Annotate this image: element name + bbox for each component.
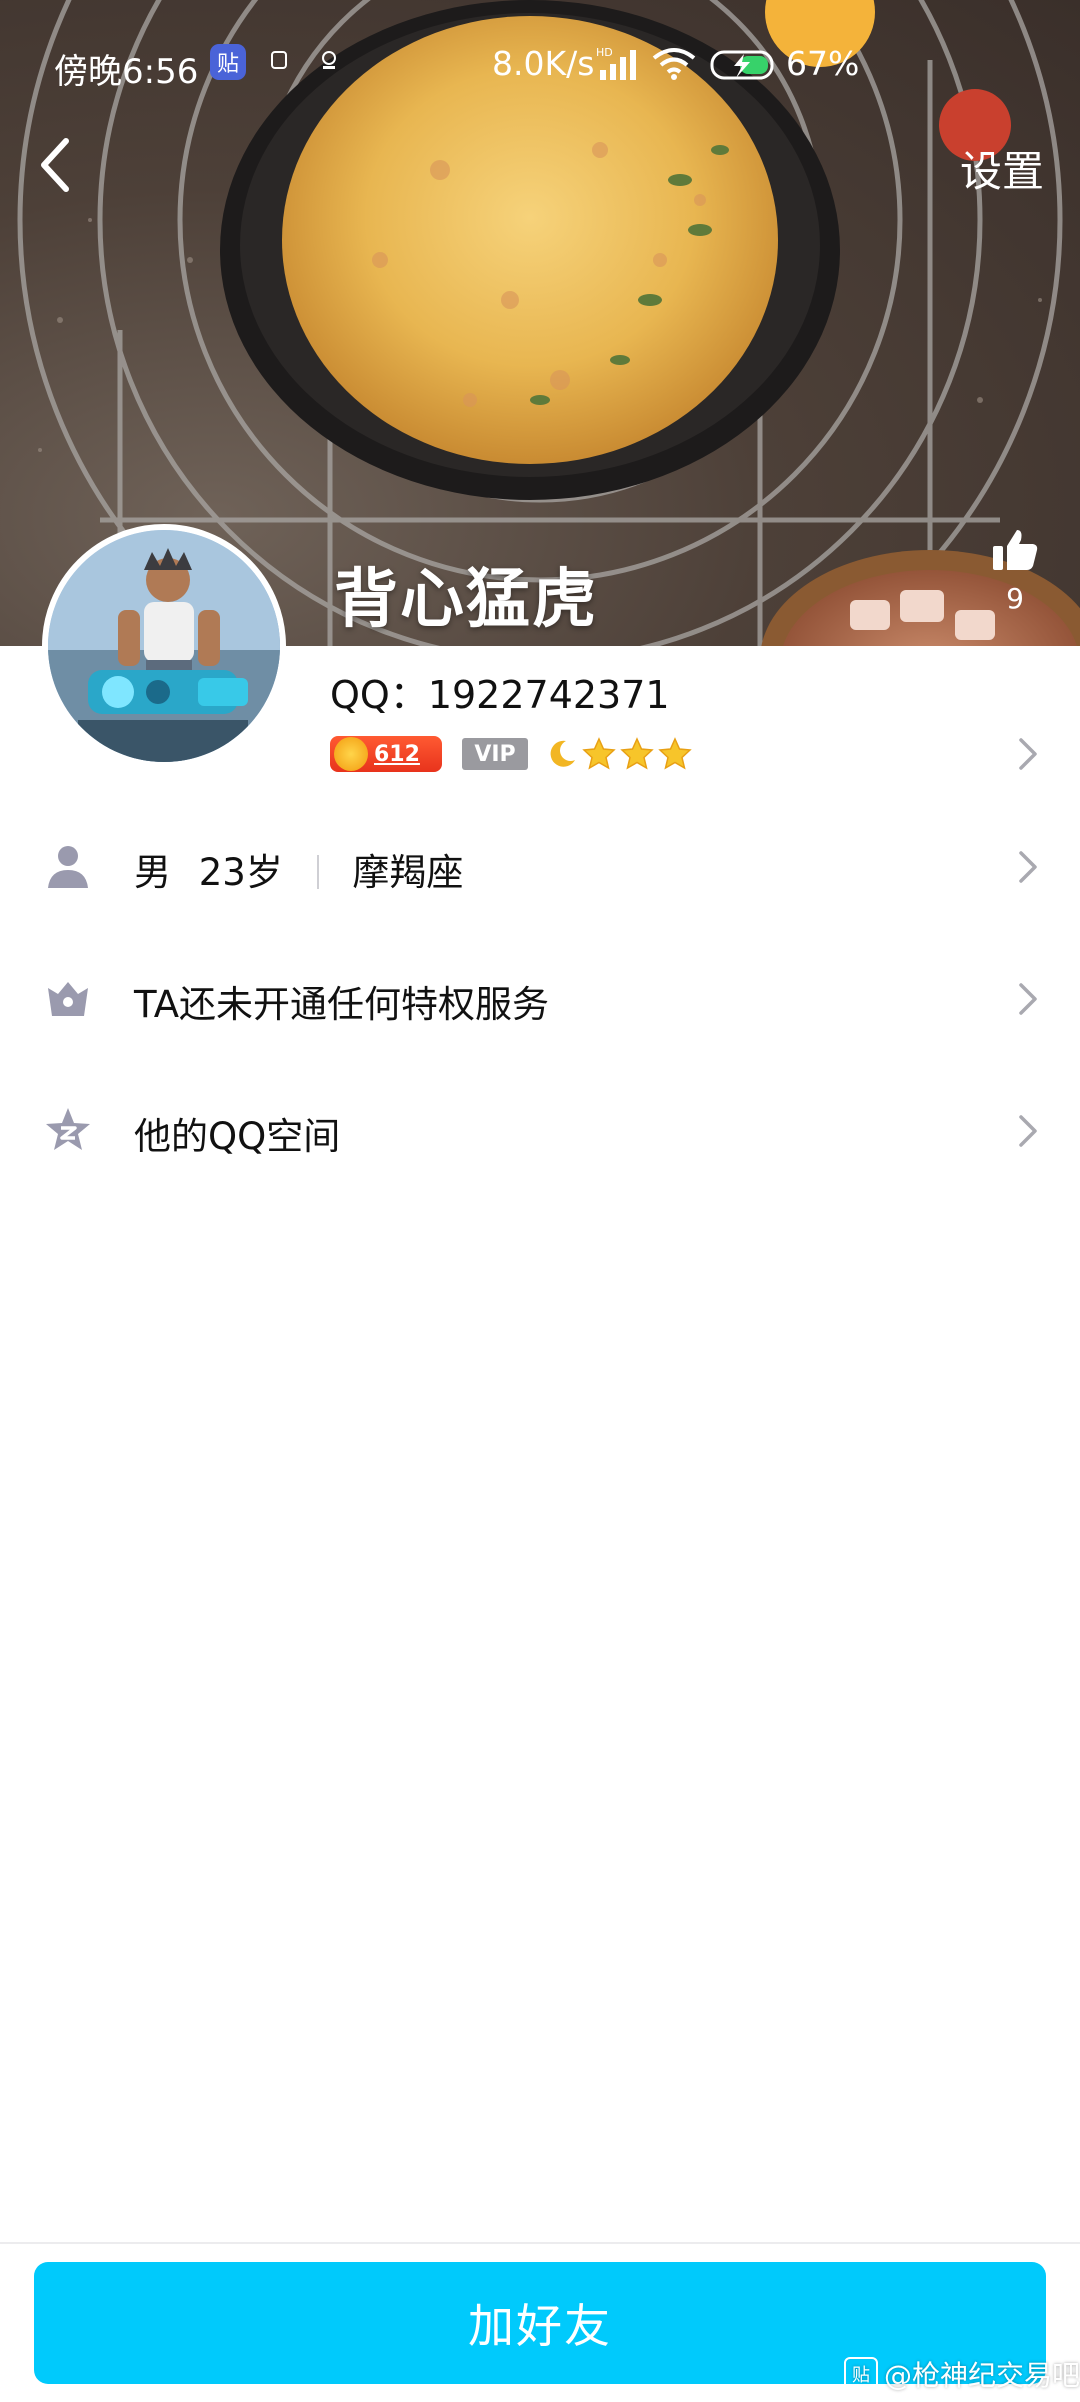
avatar-image xyxy=(48,530,280,762)
chevron-right-icon xyxy=(1019,851,1037,883)
level-value: 612 xyxy=(374,741,420,767)
basic-info-text: 男 23岁 摩羯座 xyxy=(134,842,463,896)
watermark: 贴 @枪神纪交易吧 xyxy=(843,2356,1080,2392)
avatar[interactable] xyxy=(42,524,286,768)
chevron-right-icon[interactable] xyxy=(1018,737,1038,771)
qzone-star-icon xyxy=(46,1108,90,1150)
privilege-text: TA还未开通任何特权服务 xyxy=(134,983,550,1026)
signal-icon: HD xyxy=(596,46,636,80)
zodiac-text: 摩羯座 xyxy=(352,851,464,894)
status-time: 傍晚6:56 xyxy=(54,52,199,92)
qq-number: QQ：1922742371 xyxy=(330,673,670,717)
network-speed: 8.0K/s xyxy=(492,44,595,83)
star-icon xyxy=(658,737,692,770)
star-icon xyxy=(582,737,616,770)
divider xyxy=(316,855,319,889)
tieba-icon: 贴 xyxy=(843,2357,878,2391)
chevron-left-icon xyxy=(41,138,69,192)
back-button[interactable] xyxy=(24,130,84,200)
like-count: 9 xyxy=(1006,582,1024,615)
level-icons xyxy=(546,737,692,771)
privilege-row[interactable]: TA还未开通任何特权服务 xyxy=(0,944,1080,1054)
crown-icon xyxy=(48,982,88,1016)
like-button[interactable]: 9 xyxy=(980,528,1050,615)
svg-text:HD: HD xyxy=(596,46,613,59)
thumbs-up-icon xyxy=(993,530,1038,570)
level-badge: 612 xyxy=(330,736,442,772)
bottom-bar: 加好友 贴 @枪神纪交易吧 xyxy=(0,2242,1080,2402)
status-bar: 傍晚6:56 贴 8.0K/s HD 67% xyxy=(0,34,1080,94)
nickname: 背心猛虎 xyxy=(334,563,598,637)
battery-percent: 67% xyxy=(786,44,860,83)
star-icon xyxy=(620,737,654,770)
tieba-notification-icon: 贴 xyxy=(210,44,246,80)
gender-text: 男 xyxy=(134,851,171,894)
coin-icon xyxy=(334,737,368,771)
vip-badge: VIP xyxy=(462,738,528,770)
settings-button[interactable]: 设置 xyxy=(960,138,1044,199)
person-icon xyxy=(48,846,88,888)
level-badges[interactable]: 612 VIP xyxy=(330,734,692,774)
qzone-row[interactable]: 他的QQ空间 xyxy=(0,1076,1080,1186)
notification-icon xyxy=(322,51,336,69)
qzone-text: 他的QQ空间 xyxy=(134,1115,341,1158)
age-text: 23岁 xyxy=(198,851,283,894)
basic-info-row[interactable]: 男 23岁 摩羯座 xyxy=(0,812,1080,922)
chevron-right-icon xyxy=(1019,983,1037,1015)
wifi-icon xyxy=(652,48,696,80)
notification-icon xyxy=(271,51,287,69)
chevron-right-icon xyxy=(1019,1115,1037,1147)
moon-icon xyxy=(550,740,575,767)
battery-icon xyxy=(710,50,774,80)
watermark-text: @枪神纪交易吧 xyxy=(883,2359,1080,2392)
